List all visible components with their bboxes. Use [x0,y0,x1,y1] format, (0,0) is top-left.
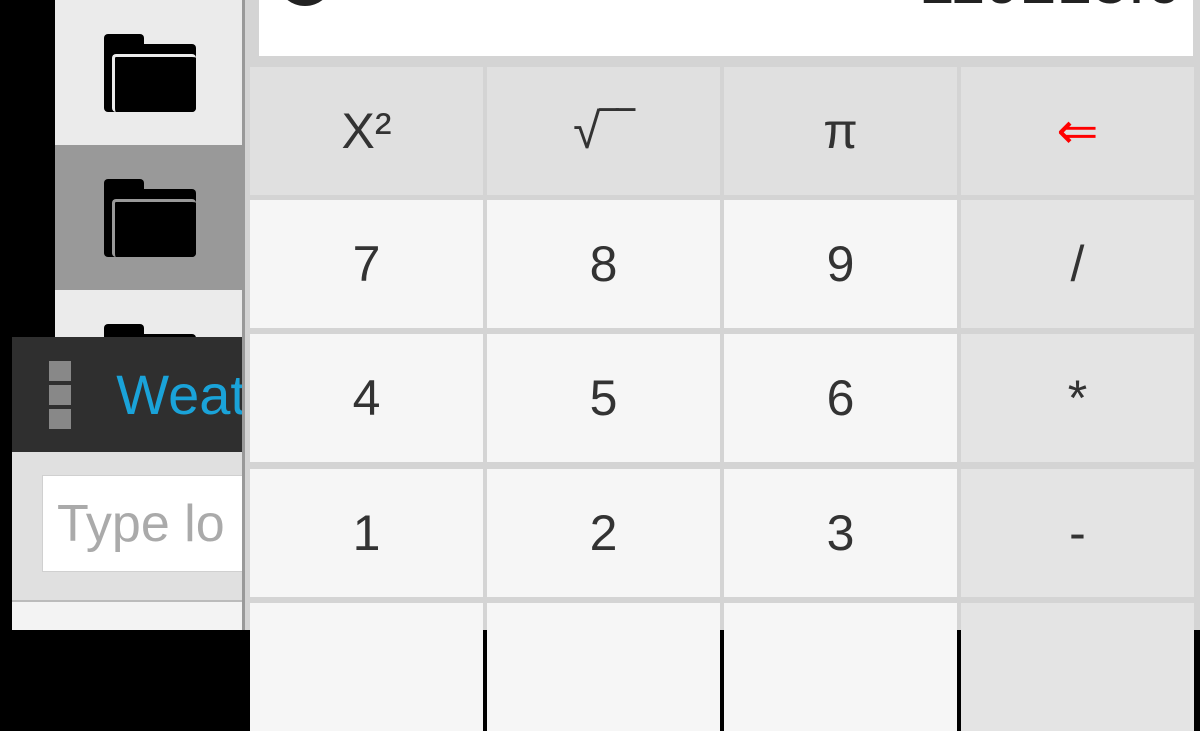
weather-row [12,600,246,630]
button-8[interactable]: 8 [487,200,720,328]
button-subtract[interactable]: - [961,469,1194,597]
history-icon[interactable] [279,0,331,6]
folder-icon [104,178,196,257]
button-pi[interactable]: π [724,67,957,195]
button-6[interactable]: 6 [724,334,957,462]
button-5[interactable]: 5 [487,334,720,462]
button-1[interactable]: 1 [250,469,483,597]
weather-title: Weat [116,363,246,426]
button-multiply[interactable]: * [961,334,1194,462]
weather-header: Weat [12,337,246,452]
location-input[interactable]: Type lo [42,475,246,572]
calculator-button-partial[interactable] [724,603,957,731]
folder-item[interactable] [55,0,245,145]
calculator-button-partial[interactable] [487,603,720,731]
calculator-button-partial[interactable] [961,603,1194,731]
display-value: 119218.6 [919,0,1181,18]
weather-window: Weat Type lo [12,337,246,630]
button-divide[interactable]: / [961,200,1194,328]
button-2[interactable]: 2 [487,469,720,597]
button-9[interactable]: 9 [724,200,957,328]
button-square[interactable]: X² [250,67,483,195]
button-4[interactable]: 4 [250,334,483,462]
folder-icon [104,33,196,112]
drag-handle-icon[interactable] [49,360,72,429]
button-3[interactable]: 3 [724,469,957,597]
folder-item-selected[interactable] [55,145,245,290]
button-backspace[interactable]: ⇐ [961,67,1194,195]
button-7[interactable]: 7 [250,200,483,328]
calculator-display: 119218.6 [259,0,1193,56]
calculator-window: 119218.6 X²√‾‾π⇐ 789/ 456* 123- [242,0,1200,731]
calculator-button-partial[interactable] [250,603,483,731]
button-sqrt[interactable]: √‾‾ [487,67,720,195]
